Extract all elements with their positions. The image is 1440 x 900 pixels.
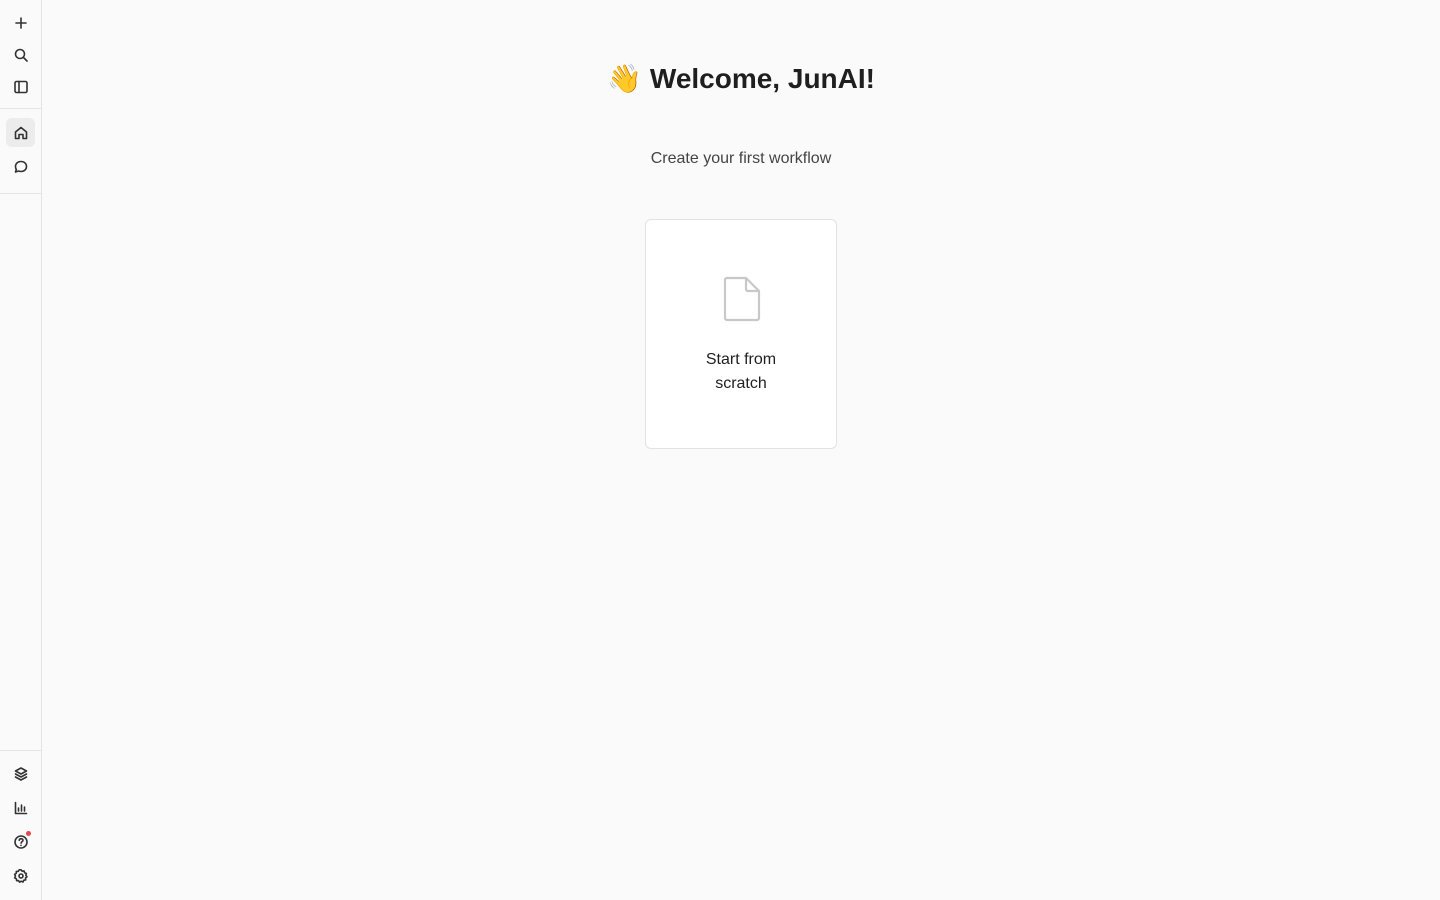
sidebar-item-help[interactable] [6, 827, 35, 856]
sidebar-item-analytics[interactable] [6, 793, 35, 822]
wave-emoji: 👋 [607, 63, 642, 94]
chat-bubble-icon [14, 160, 27, 173]
layers-icon [14, 766, 27, 781]
plus-icon [14, 16, 27, 29]
sidebar-divider [0, 750, 41, 751]
help-circle-icon [13, 834, 28, 849]
main-content: 👋 Welcome, JunAI! Create your first workf… [42, 0, 1440, 900]
notification-dot [26, 831, 31, 836]
search-button[interactable] [6, 40, 35, 69]
bar-chart-icon [14, 801, 27, 814]
card-label: Start from scratch [705, 351, 777, 392]
sidebar-divider [0, 193, 41, 194]
search-icon [14, 48, 28, 62]
sidebar-item-integrations[interactable] [6, 759, 35, 788]
sidebar-item-chat[interactable] [6, 152, 35, 181]
new-button[interactable] [6, 8, 35, 37]
sidebar-panel-icon [13, 80, 28, 93]
toggle-sidebar-button[interactable] [6, 72, 35, 101]
gear-icon [13, 868, 28, 883]
sidebar [0, 0, 42, 900]
file-icon [722, 276, 762, 322]
sidebar-item-home[interactable] [6, 118, 35, 147]
sidebar-divider [0, 108, 41, 109]
welcome-text: Welcome, JunAI! [649, 63, 875, 94]
sidebar-item-settings[interactable] [6, 861, 35, 890]
app-window: 👋 Welcome, JunAI! Create your first workf… [0, 0, 1440, 900]
home-icon [14, 126, 27, 139]
start-from-scratch-card[interactable]: Start from scratch [645, 219, 837, 449]
page-subtitle: Create your first workflow [650, 150, 832, 167]
page-title: 👋 Welcome, JunAI! [42, 62, 1440, 95]
